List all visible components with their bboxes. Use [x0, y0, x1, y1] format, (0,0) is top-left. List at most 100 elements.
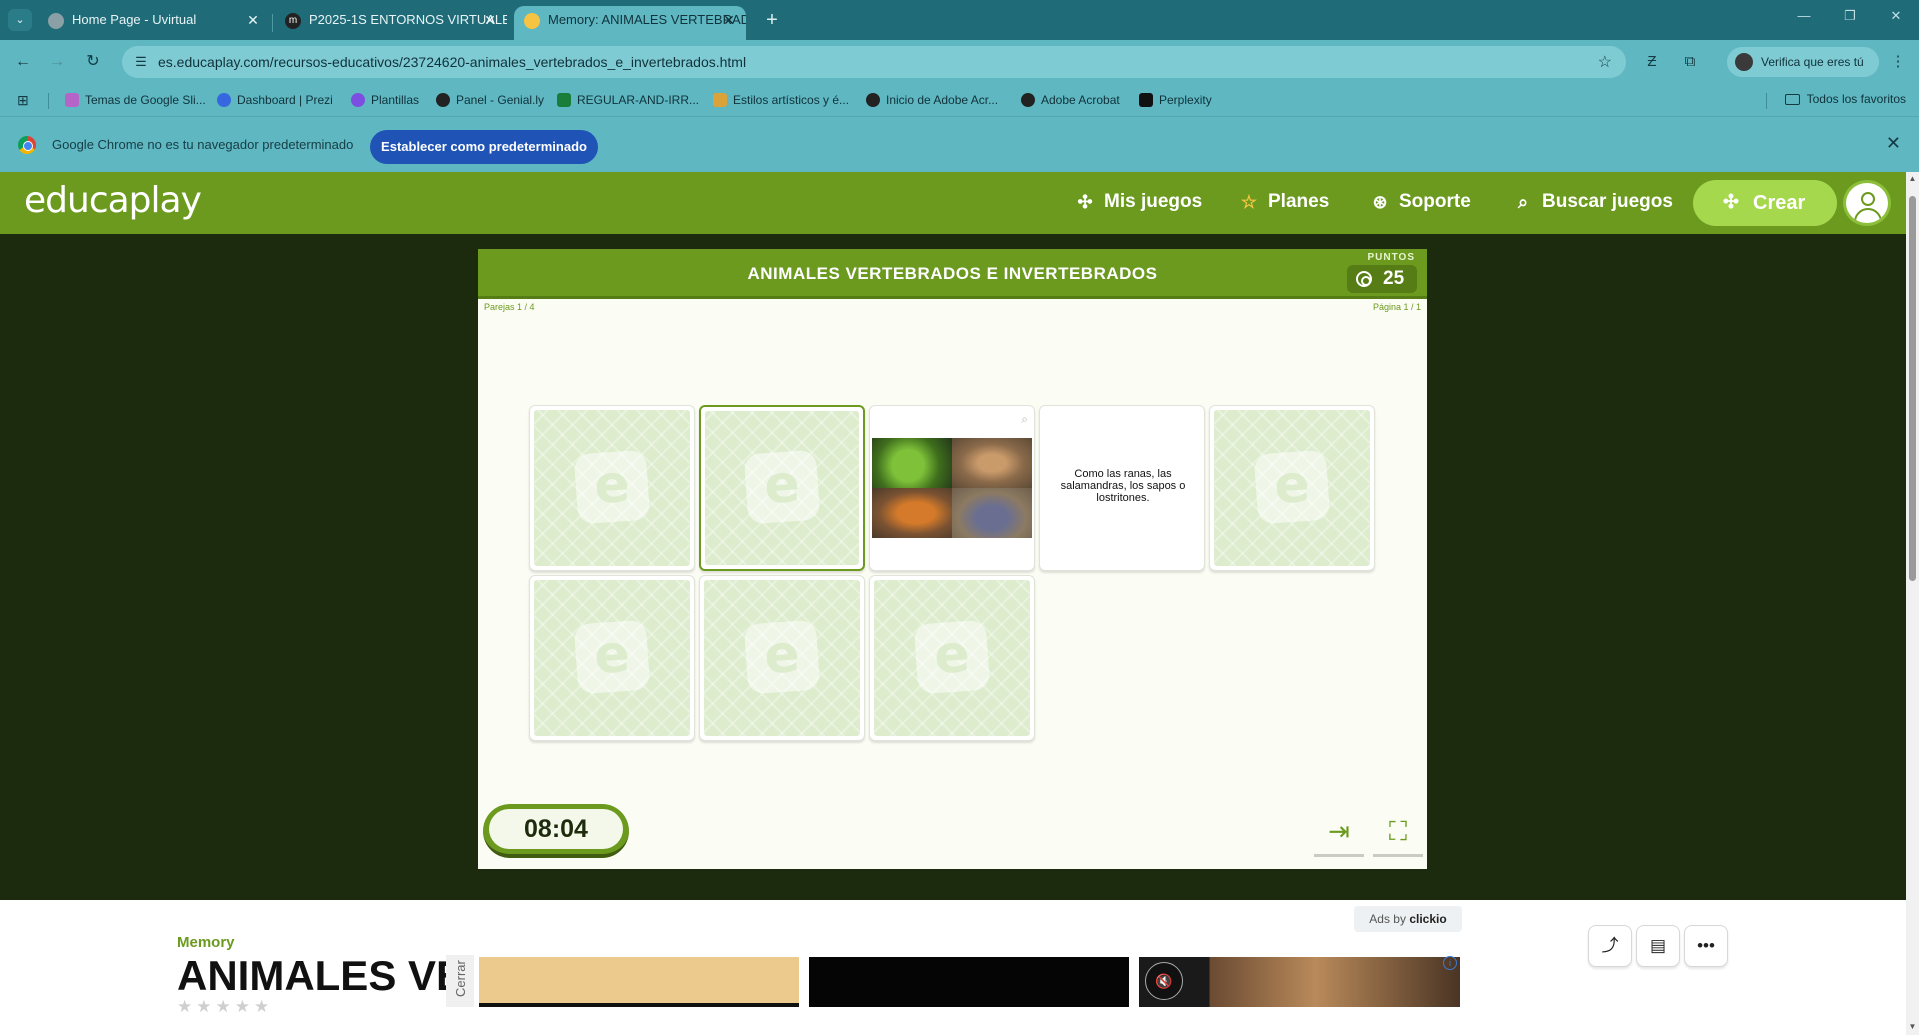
ad-slot-3[interactable]	[1139, 957, 1460, 1007]
card-text: Como las ranas, las salamandras, los sap…	[1060, 468, 1186, 504]
educaplay-e-icon: e	[573, 449, 651, 525]
default-browser-infobar: Google Chrome no es tu navegador predete…	[0, 116, 1919, 172]
all-bookmarks-button[interactable]: Todos los favoritos	[1784, 92, 1906, 106]
infobar-message: Google Chrome no es tu navegador predete…	[52, 137, 354, 152]
page-scrollbar[interactable]: ▲ ▼	[1906, 172, 1919, 1035]
infobar-close-icon[interactable]: ✕	[1886, 133, 1901, 154]
moodle-icon: m	[285, 13, 301, 29]
educaplay-e-icon: e	[743, 619, 821, 695]
set-default-button[interactable]: Establecer como predeterminado	[370, 130, 598, 164]
browser-toolbar: ← → ↻ ☰ es.educaplay.com/recursos-educat…	[0, 40, 1919, 84]
chrome-logo-icon	[18, 136, 36, 154]
memory-card-facedown-selected[interactable]: e	[699, 405, 865, 571]
ad-info-icon[interactable]: i	[1443, 956, 1457, 970]
timer-value: 08:04	[489, 809, 623, 849]
bookmark-item[interactable]: Dashboard | Prezi	[217, 92, 333, 110]
restore-button[interactable]: ❐	[1827, 8, 1873, 24]
memory-card-facedown[interactable]: e	[529, 575, 695, 741]
share-button[interactable]: ⤴	[1588, 925, 1632, 967]
tab-entornos[interactable]: m P2025-1S ENTORNOS VIRTUALES ✕	[275, 6, 507, 40]
points-label: PUNTOS	[1367, 252, 1415, 263]
folder-icon	[1784, 94, 1800, 105]
target-icon	[1356, 271, 1372, 287]
browser-menu-icon[interactable]: ⋮	[1887, 52, 1909, 72]
search-puzzle-icon: ⌕	[1517, 192, 1529, 212]
bookmark-item[interactable]: Perplexity	[1139, 92, 1212, 110]
window-close-button[interactable]: ✕	[1873, 8, 1919, 24]
activity-title: ANIMALES VERTEBRADOS E INVERTEBRADOS	[177, 952, 447, 999]
more-dots-icon: •••	[1697, 936, 1715, 955]
memory-card-facedown[interactable]: e	[1209, 405, 1375, 571]
points-value: 25	[1383, 268, 1405, 289]
reload-button[interactable]: ↻	[80, 50, 106, 74]
nav-planes[interactable]: ☆ Planes	[1238, 191, 1329, 213]
zoom-icon[interactable]: ⌕	[1021, 412, 1028, 427]
bookmark-item[interactable]: REGULAR-AND-IRR...	[557, 92, 699, 110]
bookmark-item[interactable]: Estilos artísticos y é...	[713, 92, 849, 110]
more-options-button[interactable]: •••	[1684, 925, 1728, 967]
site-info-icon[interactable]: ☰	[132, 53, 150, 71]
educaplay-logo[interactable]: educaplay	[24, 180, 202, 221]
bookmarks-bar: ⊞ Temas de Google Sli... Dashboard | Pre…	[0, 84, 1919, 116]
frog-image	[872, 438, 952, 488]
url-text: es.educaplay.com/recursos-educativos/237…	[158, 54, 747, 70]
mute-icon[interactable]: 🔇	[1145, 962, 1183, 1000]
memory-card-image-amphibians[interactable]: ⌕	[869, 405, 1035, 571]
tab-title: Memory: ANIMALES VERTEBRADOS	[548, 12, 746, 27]
extension-z-icon[interactable]: Ƶ	[1641, 52, 1663, 72]
nav-buscar-juegos[interactable]: ⌕ Buscar juegos	[1512, 191, 1673, 213]
ad-slot-1[interactable]	[479, 957, 799, 1007]
star-icon: ☆	[1240, 192, 1258, 212]
tab-search-button[interactable]: ⌄	[8, 9, 32, 31]
nav-mis-juegos[interactable]: ✣ Mis juegos	[1074, 191, 1202, 213]
tab-title: P2025-1S ENTORNOS VIRTUALES	[309, 12, 507, 27]
bookmark-star-icon[interactable]: ☆	[1598, 52, 1612, 72]
memory-card-text[interactable]: Como las ranas, las salamandras, los sap…	[1039, 405, 1205, 571]
page-counter: Página 1 / 1	[1372, 302, 1421, 312]
bookmark-item[interactable]: Plantillas	[351, 92, 419, 110]
memory-card-facedown[interactable]: e	[699, 575, 865, 741]
amphibians-photo	[872, 438, 1032, 539]
ad-close-button[interactable]: Cerrar	[446, 955, 474, 1007]
extensions-puzzle-icon[interactable]: ⧉	[1679, 52, 1701, 72]
memory-card-facedown[interactable]: e	[869, 575, 1035, 741]
educaplay-favicon-icon	[524, 13, 540, 29]
clipboard-button[interactable]: ▤	[1636, 925, 1680, 967]
apps-grid-icon[interactable]: ⊞	[17, 92, 33, 108]
nav-soporte[interactable]: ⊛ Soporte	[1369, 191, 1470, 213]
activity-type: Memory	[177, 934, 235, 951]
forward-button[interactable]: →	[44, 50, 70, 74]
educaplay-e-icon: e	[743, 449, 821, 525]
memory-game-panel: ANIMALES VERTEBRADOS E INVERTEBRADOS PUN…	[478, 249, 1427, 869]
fullscreen-icon[interactable]: ⛶	[1373, 809, 1423, 857]
ad-slot-2[interactable]	[809, 957, 1129, 1007]
address-bar[interactable]: ☰ es.educaplay.com/recursos-educativos/2…	[122, 46, 1626, 78]
create-button[interactable]: ✣ Crear	[1693, 180, 1837, 226]
bookmark-item[interactable]: Panel - Genial.ly	[436, 92, 544, 110]
educaplay-e-icon: e	[1253, 449, 1331, 525]
user-avatar[interactable]	[1843, 180, 1891, 226]
profile-button[interactable]: Verifica que eres tú	[1727, 47, 1879, 77]
site-header: educaplay ✣ Mis juegos ☆ Planes ⊛ Soport…	[0, 172, 1906, 234]
rating-stars[interactable]: ★★★★★	[177, 997, 273, 1017]
educaplay-e-icon: e	[913, 619, 991, 695]
puzzle-plus-icon: ✣	[1723, 192, 1739, 213]
close-icon[interactable]: ✕	[481, 6, 499, 34]
new-tab-button[interactable]: +	[760, 8, 784, 32]
scrollbar-thumb[interactable]	[1909, 196, 1916, 581]
tab-title: Home Page - Uvirtual	[72, 12, 197, 27]
close-icon[interactable]: ✕	[244, 6, 262, 34]
minimize-button[interactable]: —	[1781, 8, 1827, 23]
exit-game-icon[interactable]: ⇥	[1314, 809, 1364, 857]
back-button[interactable]: ←	[10, 50, 36, 74]
lifebuoy-icon: ⊛	[1372, 192, 1388, 212]
memory-card-facedown[interactable]: e	[529, 405, 695, 571]
tab-memory-active[interactable]: Memory: ANIMALES VERTEBRADOS ✕	[514, 6, 746, 40]
game-timer: 08:04	[483, 804, 629, 858]
bookmark-item[interactable]: Temas de Google Sli...	[65, 92, 206, 110]
close-icon[interactable]: ✕	[720, 6, 738, 34]
bookmark-item[interactable]: Adobe Acrobat	[1021, 92, 1120, 110]
tab-uvirtual[interactable]: Home Page - Uvirtual ✕	[38, 6, 270, 40]
bookmark-item[interactable]: Inicio de Adobe Acr...	[866, 92, 998, 110]
clipboard-icon: ▤	[1649, 936, 1667, 955]
